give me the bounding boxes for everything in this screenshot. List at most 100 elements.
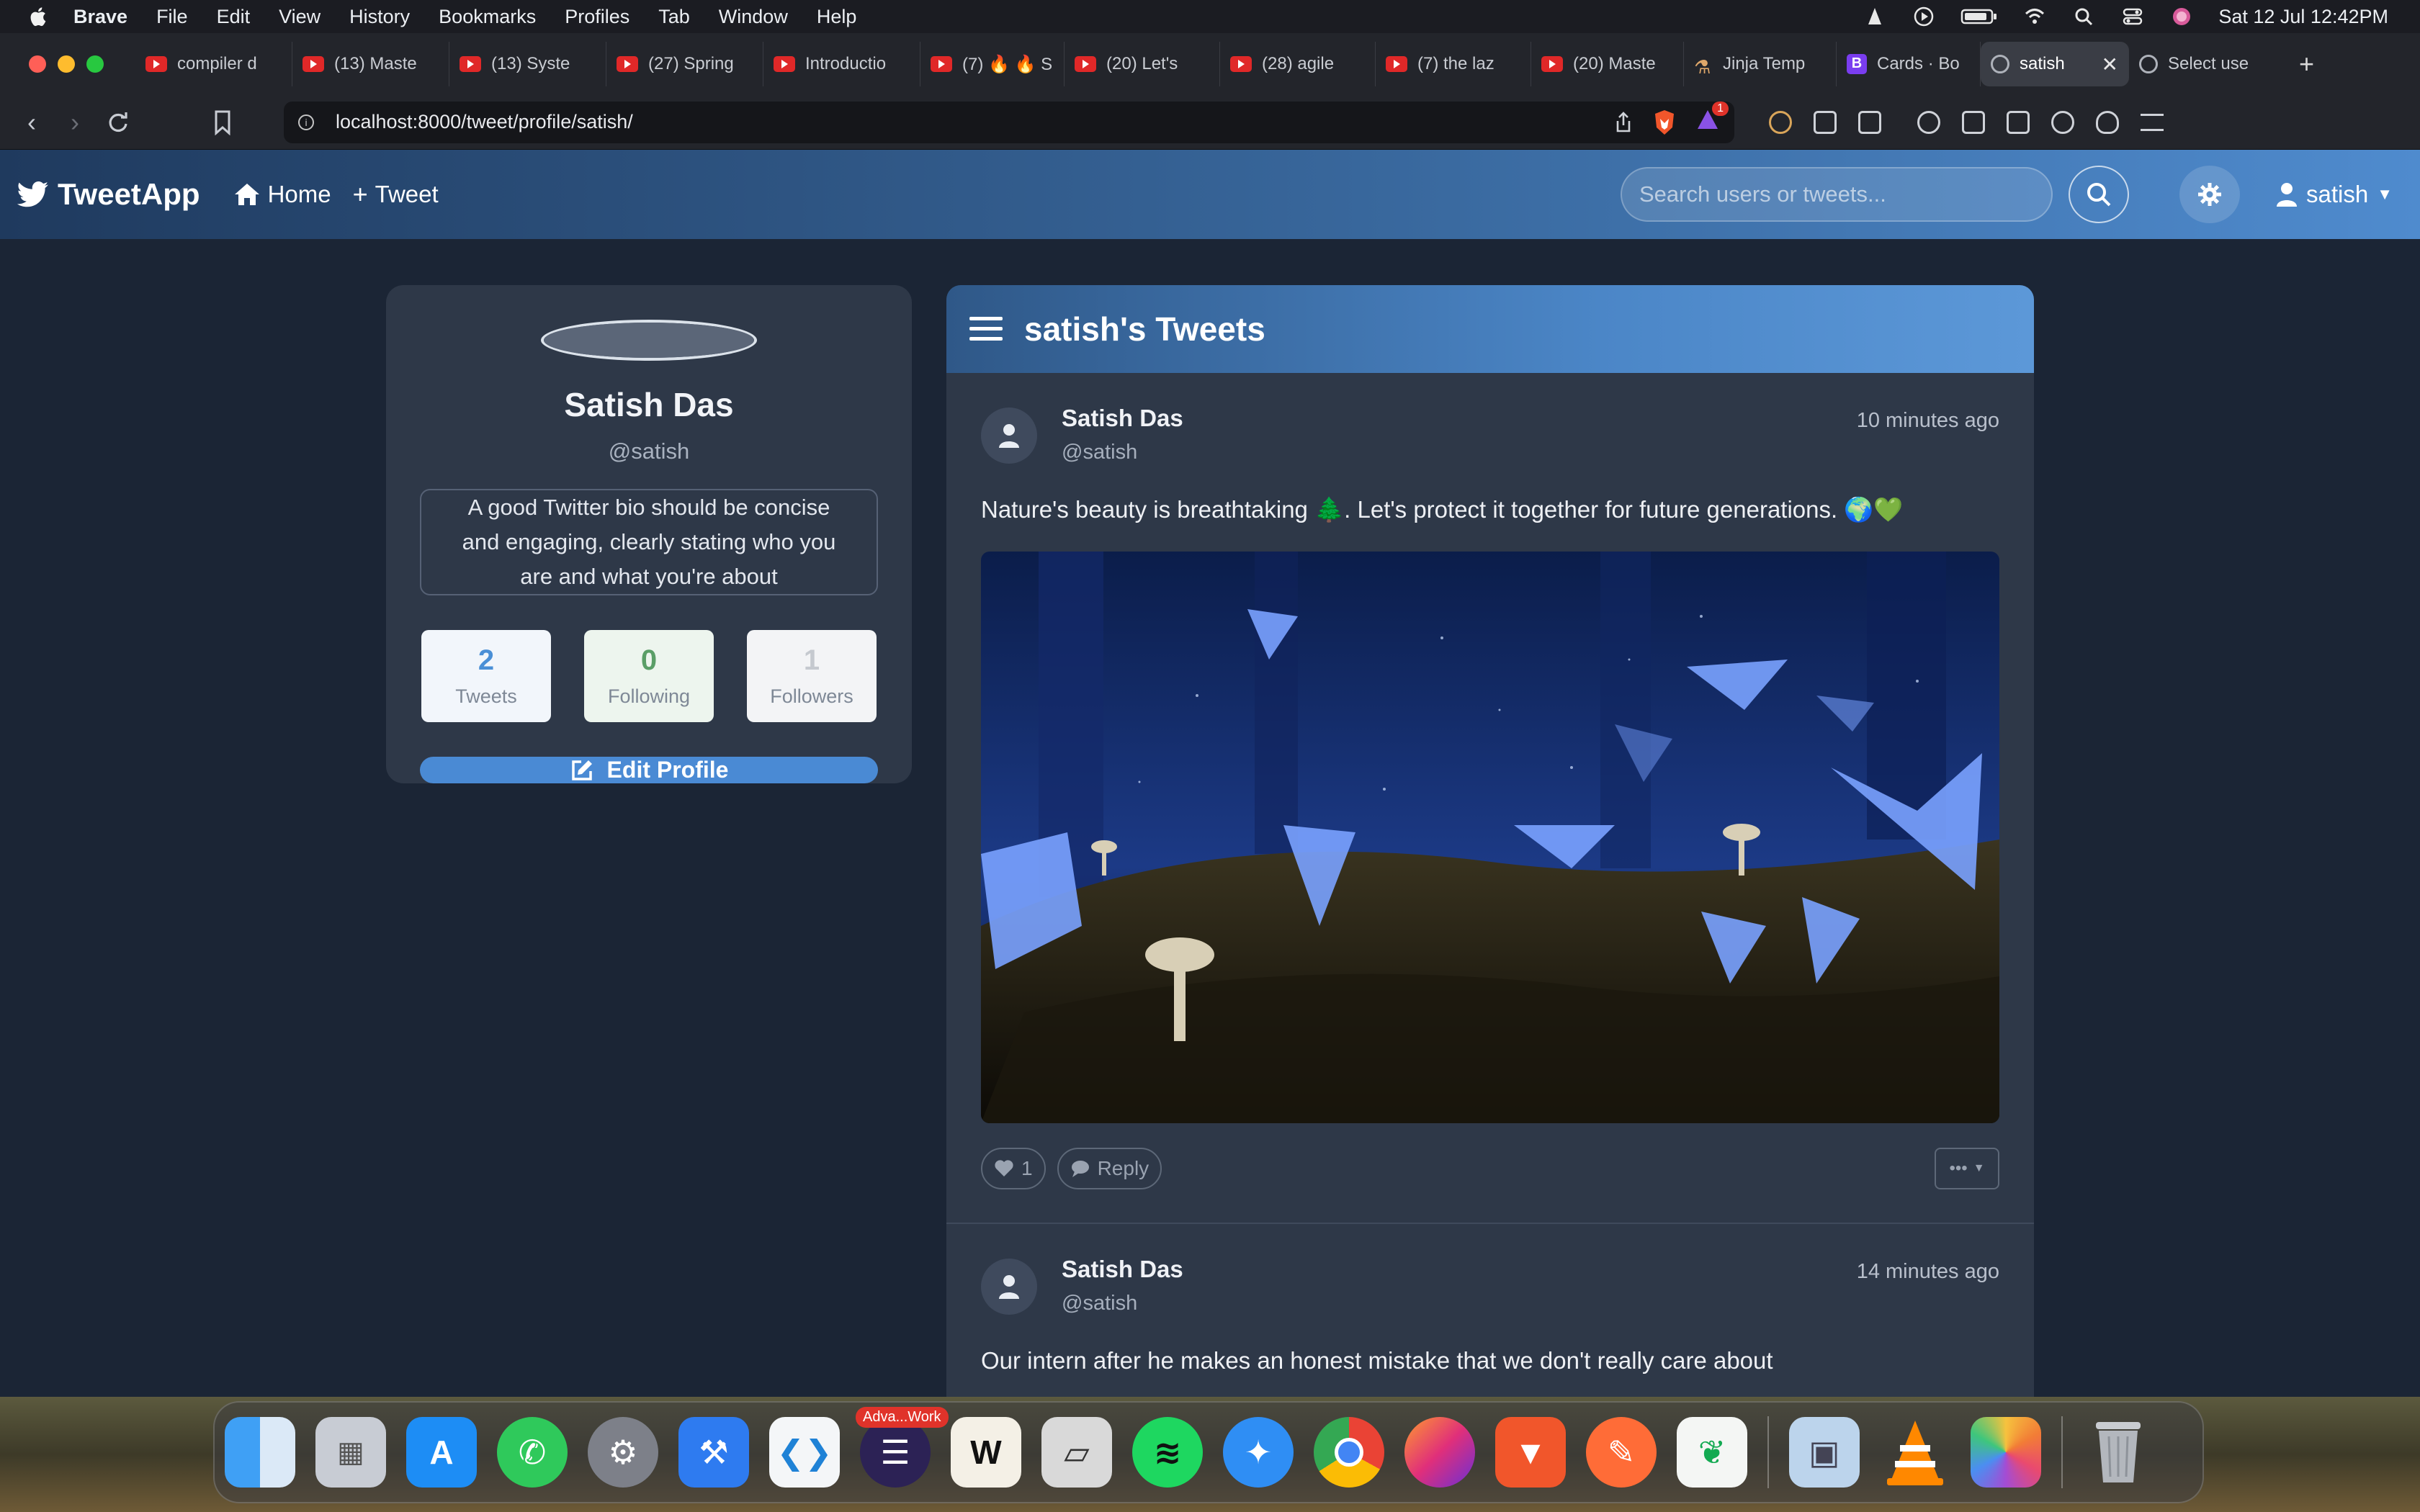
followers-count-stat[interactable]: 1 Followers: [747, 630, 877, 722]
tweet-options-dropdown[interactable]: ••• ▼: [1935, 1148, 1999, 1189]
eclipse-icon[interactable]: Adva...Work ☰: [856, 1407, 949, 1488]
following-count-stat[interactable]: 0 Following: [584, 630, 714, 722]
menu-profiles[interactable]: Profiles: [565, 6, 629, 28]
mongodb-compass-icon[interactable]: ❦: [1677, 1417, 1747, 1488]
back-icon[interactable]: ‹: [10, 107, 53, 138]
cookie-extension-icon[interactable]: [1769, 110, 1792, 134]
browser-tab[interactable]: B Cards · Bo: [1837, 42, 1981, 86]
brave-shields-icon[interactable]: [1652, 109, 1677, 136]
vlc-tray-icon[interactable]: [1863, 6, 1887, 27]
play-circle-icon[interactable]: [1912, 6, 1936, 27]
reply-button[interactable]: Reply: [1057, 1148, 1162, 1189]
browser-tab[interactable]: compiler d: [135, 42, 292, 86]
browser-tab[interactable]: (28) agile: [1220, 42, 1376, 86]
bookmark-icon[interactable]: [212, 109, 233, 135]
menu-help[interactable]: Help: [817, 6, 857, 28]
clock-datetime[interactable]: Sat 12 Jul 12:42PM: [2218, 6, 2388, 28]
postman-icon[interactable]: ✎: [1586, 1417, 1657, 1488]
nav-home-link[interactable]: Home: [233, 181, 331, 208]
user-dropdown[interactable]: satish ▼: [2276, 181, 2393, 208]
tweet-author-name[interactable]: Satish Das: [1062, 405, 1183, 432]
like-button[interactable]: 1: [981, 1148, 1046, 1189]
browser-tab[interactable]: (7) 🔥 🔥 S: [920, 42, 1065, 86]
sidebar-toggle-icon[interactable]: [1962, 110, 1985, 134]
browser-tab-active[interactable]: satish ✕: [1981, 42, 2129, 86]
vscode-icon[interactable]: ❮❯: [769, 1417, 840, 1488]
leo-ai-icon[interactable]: [2051, 110, 2074, 134]
tab-label: (13) Maste: [334, 54, 417, 73]
brand-link[interactable]: TweetApp: [17, 177, 200, 212]
apple-menu-icon[interactable]: [27, 6, 48, 27]
tweets-count-stat[interactable]: 2 Tweets: [421, 630, 551, 722]
menu-view[interactable]: View: [279, 6, 321, 28]
chrome-icon[interactable]: [1314, 1417, 1384, 1488]
siri-icon[interactable]: [2169, 6, 2194, 27]
vpn-shield-icon[interactable]: [2096, 110, 2119, 134]
browser-tab[interactable]: (27) Spring: [606, 42, 763, 86]
safari-icon[interactable]: ✦: [1223, 1417, 1294, 1488]
reader-mode-icon[interactable]: [1858, 110, 1881, 134]
site-info-icon[interactable]: i: [298, 114, 314, 130]
theme-toggle-button[interactable]: [2179, 166, 2240, 223]
wifi-icon[interactable]: [2022, 6, 2047, 27]
minimize-window-button[interactable]: [58, 55, 75, 73]
trash-icon[interactable]: [2083, 1417, 2154, 1488]
browser-tab[interactable]: (20) Let's: [1065, 42, 1220, 86]
tweet-timestamp: 10 minutes ago: [1856, 409, 1999, 432]
menu-app-name[interactable]: Brave: [73, 6, 127, 28]
brave-icon[interactable]: ▼: [1495, 1417, 1566, 1488]
system-settings-icon[interactable]: ⚙: [588, 1417, 658, 1488]
wallet-icon[interactable]: [2007, 110, 2030, 134]
zoom-window-button[interactable]: [86, 55, 104, 73]
browser-tab[interactable]: Introductio: [763, 42, 920, 86]
menu-edit[interactable]: Edit: [217, 6, 251, 28]
app-store-icon[interactable]: A: [406, 1417, 477, 1488]
search-button[interactable]: [2069, 166, 2129, 223]
close-tab-icon[interactable]: ✕: [2102, 53, 2118, 76]
menu-window[interactable]: Window: [719, 6, 788, 28]
photos-icon[interactable]: [1971, 1417, 2041, 1488]
spotify-icon[interactable]: ≋: [1132, 1417, 1203, 1488]
caret-down-icon: ▼: [1973, 1162, 1985, 1174]
reload-icon[interactable]: [97, 109, 140, 135]
address-bar[interactable]: i localhost:8000/tweet/profile/satish/ 1: [284, 101, 1734, 143]
whatsapp-icon[interactable]: ✆: [497, 1417, 568, 1488]
new-tab-button[interactable]: +: [2299, 49, 2314, 79]
launchpad-icon[interactable]: ▦: [315, 1417, 386, 1488]
xcode-icon[interactable]: ⚒: [678, 1417, 749, 1488]
spotlight-search-icon[interactable]: [2071, 6, 2096, 27]
menu-history[interactable]: History: [349, 6, 410, 28]
tweet-avatar[interactable]: [981, 408, 1037, 464]
browser-tab[interactable]: (13) Syste: [449, 42, 606, 86]
battery-icon[interactable]: [1960, 6, 1998, 27]
vlc-icon[interactable]: [1880, 1417, 1950, 1488]
nav-tweet-link[interactable]: + Tweet: [353, 179, 439, 210]
browser-tab[interactable]: Select use: [2129, 42, 2280, 86]
browser-tab[interactable]: (7) the laz: [1376, 42, 1531, 86]
menu-file[interactable]: File: [156, 6, 188, 28]
control-center-icon[interactable]: [2120, 6, 2145, 27]
preview-icon[interactable]: ▣: [1789, 1417, 1860, 1488]
parallels-icon[interactable]: ▱: [1041, 1417, 1112, 1488]
brave-rewards[interactable]: 1: [1695, 102, 1729, 137]
tweet-image[interactable]: [981, 552, 1999, 1123]
browser-tab[interactable]: ⚗ Jinja Temp: [1684, 42, 1837, 86]
wezterm-icon[interactable]: W: [951, 1417, 1021, 1488]
browser-tab[interactable]: (20) Maste: [1531, 42, 1684, 86]
finder-icon[interactable]: [225, 1417, 295, 1488]
tweet-avatar[interactable]: [981, 1259, 1037, 1315]
browser-tab[interactable]: (13) Maste: [292, 42, 449, 86]
url-text[interactable]: localhost:8000/tweet/profile/satish/: [336, 111, 633, 133]
menu-tab[interactable]: Tab: [658, 6, 690, 28]
extensions-puzzle-icon[interactable]: [1814, 110, 1837, 134]
tweet-author-name[interactable]: Satish Das: [1062, 1256, 1183, 1283]
search-input[interactable]: [1621, 167, 2053, 222]
share-icon[interactable]: [1613, 111, 1634, 134]
firefox-icon[interactable]: [1404, 1417, 1475, 1488]
media-music-icon[interactable]: [1917, 110, 1940, 134]
hamburger-menu-icon[interactable]: [2141, 113, 2164, 131]
edit-profile-button[interactable]: Edit Profile: [420, 757, 878, 783]
close-window-button[interactable]: [29, 55, 46, 73]
forward-icon[interactable]: ›: [53, 107, 97, 138]
menu-bookmarks[interactable]: Bookmarks: [439, 6, 536, 28]
